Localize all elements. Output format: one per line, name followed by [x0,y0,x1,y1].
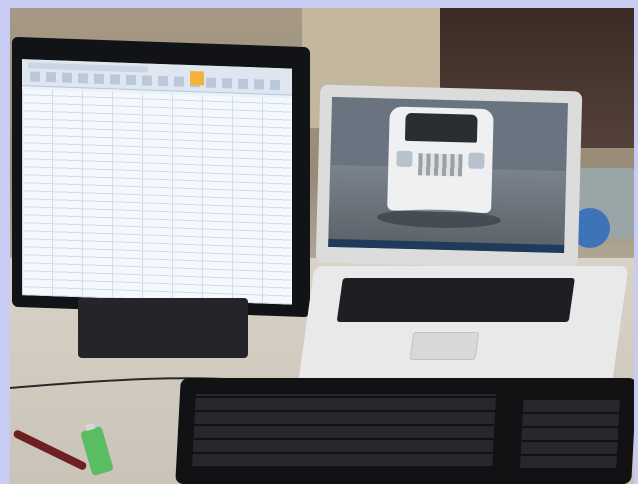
spreadsheet-grid [22,89,292,305]
ribbon-tools [30,71,280,91]
monitor-screen [22,59,292,305]
truck-grille [418,153,463,177]
monitor [12,36,310,318]
highlight-icon [190,71,204,86]
battery-cap [84,422,96,432]
laptop-keyboard [336,278,575,322]
laptop-base [297,266,629,388]
truck-windshield [404,112,478,143]
truck-headlight-left [396,150,413,168]
keyboard-numpad [520,400,620,468]
truck [376,106,502,230]
photo [10,8,634,484]
laptop-screen [328,96,568,254]
truck-headlight-right [468,152,485,169]
laptop-lid [315,84,583,270]
keyboard-keys [192,394,496,466]
monitor-stand [78,298,248,358]
touchpad [409,332,480,360]
desktop-keyboard [175,378,634,484]
